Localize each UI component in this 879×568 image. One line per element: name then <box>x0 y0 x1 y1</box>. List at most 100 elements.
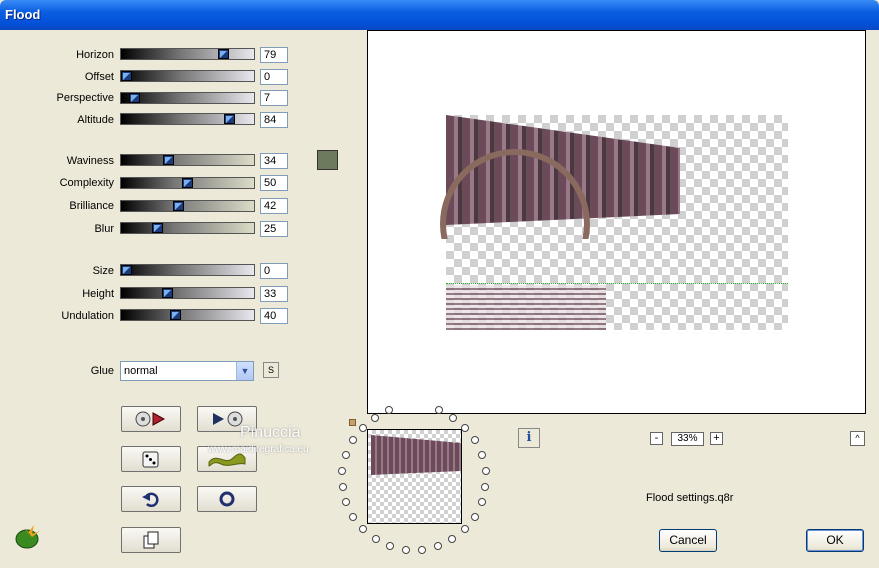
perspective-slider[interactable] <box>120 92 255 104</box>
water-reflection <box>446 285 606 330</box>
slider-thumb[interactable] <box>170 310 181 320</box>
offset-label: Offset <box>84 71 114 83</box>
ring-dot <box>386 541 395 550</box>
brilliance-label: Brilliance <box>69 200 114 212</box>
settings-filename: Flood settings.q8r <box>646 492 734 504</box>
slider-thumb[interactable] <box>129 93 140 103</box>
offset-slider[interactable] <box>120 70 255 82</box>
height-label: Height <box>82 288 114 300</box>
waviness-value-input[interactable]: 34 <box>260 153 288 169</box>
ring-dot <box>481 482 490 491</box>
ring-dot <box>477 498 486 507</box>
collapse-button[interactable]: ^ <box>850 431 865 446</box>
ring-dot <box>471 436 480 445</box>
height-slider[interactable] <box>120 287 255 299</box>
reset-button[interactable] <box>197 486 257 512</box>
waviness-label: Waviness <box>66 155 114 167</box>
title-bar: Flood <box>0 0 879 30</box>
info-button[interactable]: i <box>518 428 540 448</box>
undulation-value-input[interactable]: 40 <box>260 308 288 324</box>
slider-thumb[interactable] <box>173 201 184 211</box>
navigator-handle[interactable] <box>349 419 356 426</box>
chevron-down-icon[interactable]: ▼ <box>236 362 253 380</box>
complexity-value-input[interactable]: 50 <box>260 175 288 191</box>
slider-thumb[interactable] <box>121 265 132 275</box>
dice-icon <box>142 451 159 468</box>
ring-dot <box>349 512 358 521</box>
ring-dot <box>470 512 479 521</box>
ring-dot <box>371 535 380 544</box>
ring-dot <box>370 413 379 422</box>
slider-thumb[interactable] <box>121 71 132 81</box>
copy-button[interactable] <box>121 527 181 553</box>
blur-value-input[interactable]: 25 <box>260 221 288 237</box>
s-button[interactable]: S <box>263 362 279 378</box>
glue-select[interactable]: normal ▼ <box>120 361 254 381</box>
slider-thumb[interactable] <box>224 114 235 124</box>
brilliance-slider[interactable] <box>120 200 255 212</box>
perspective-value-input[interactable]: 7 <box>260 90 288 106</box>
ring-dot <box>348 436 357 445</box>
slider-thumb[interactable] <box>152 223 163 233</box>
undo-icon <box>142 492 159 508</box>
size-value-input[interactable]: 0 <box>260 263 288 279</box>
zoom-in-button[interactable]: + <box>710 432 723 445</box>
blur-label: Blur <box>94 223 114 235</box>
offset-value-input[interactable]: 0 <box>260 69 288 85</box>
undulation-slider[interactable] <box>120 309 255 321</box>
glue-label: Glue <box>90 365 114 377</box>
circle-icon <box>219 491 235 507</box>
slider-thumb[interactable] <box>182 178 193 188</box>
size-label: Size <box>92 265 114 277</box>
ring-dot <box>461 423 470 432</box>
horizon-line[interactable] <box>446 283 788 284</box>
slider-thumb[interactable] <box>162 288 173 298</box>
ring-dot <box>358 423 367 432</box>
navigator-image <box>371 435 461 475</box>
zoom-out-button[interactable]: - <box>650 432 663 445</box>
slider-thumb[interactable] <box>163 155 174 165</box>
altitude-slider[interactable] <box>120 113 255 125</box>
brilliance-value-input[interactable]: 42 <box>260 198 288 214</box>
ring-dot <box>418 545 427 554</box>
altitude-value-input[interactable]: 84 <box>260 112 288 128</box>
ring-dot <box>433 541 442 550</box>
ring-dot <box>478 450 487 459</box>
color-swatch[interactable] <box>317 150 338 170</box>
ring-dot <box>401 545 410 554</box>
size-slider[interactable] <box>120 264 255 276</box>
ok-button[interactable]: OK <box>806 529 864 552</box>
cancel-button[interactable]: Cancel <box>659 529 717 552</box>
watermark-url: www.maidiregrafica.eu <box>208 444 309 455</box>
plugin-logo-icon <box>15 525 40 549</box>
perspective-label: Perspective <box>56 92 114 104</box>
waviness-slider[interactable] <box>120 154 255 166</box>
undo-button[interactable] <box>121 486 181 512</box>
glue-selected-value: normal <box>124 365 158 377</box>
slider-thumb[interactable] <box>218 49 229 59</box>
complexity-label: Complexity <box>59 177 114 189</box>
ring-dot <box>359 525 368 534</box>
horizon-value-input[interactable]: 79 <box>260 47 288 63</box>
disc-arrow-icon <box>135 411 166 427</box>
blur-slider[interactable] <box>120 222 255 234</box>
window-title: Flood <box>5 7 41 22</box>
ring-dot <box>342 498 351 507</box>
altitude-label: Altitude <box>77 114 114 126</box>
preview-canvas[interactable] <box>367 30 866 414</box>
complexity-slider[interactable] <box>120 177 255 189</box>
height-value-input[interactable]: 33 <box>260 286 288 302</box>
ring-dot <box>338 466 347 475</box>
copy-icon <box>143 531 159 549</box>
watermark-text: Pinuccia <box>240 424 301 441</box>
horizon-slider[interactable] <box>120 48 255 60</box>
random-button[interactable] <box>121 446 181 472</box>
ring-dot <box>448 535 457 544</box>
ring-dot <box>341 450 350 459</box>
load-preset-button[interactable] <box>121 406 181 432</box>
undulation-label: Undulation <box>61 310 114 322</box>
ring-dot <box>460 525 469 534</box>
ring-dot <box>481 466 490 475</box>
ring-dot <box>449 413 458 422</box>
navigator-thumbnail[interactable] <box>367 429 462 524</box>
